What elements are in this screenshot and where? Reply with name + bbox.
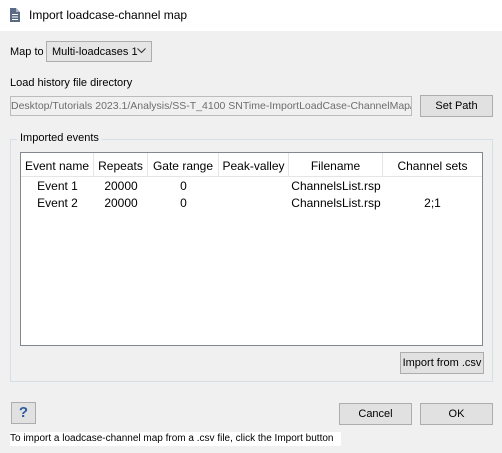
map-to-label: Map to (10, 46, 44, 58)
cell-gate-range: 0 (180, 179, 187, 193)
cancel-button[interactable]: Cancel (339, 403, 412, 425)
set-path-label: Set Path (435, 100, 478, 112)
ok-label: OK (448, 408, 465, 420)
table-header: Event name Repeats Gate range Peak-valle… (21, 153, 482, 177)
column-header-gate-range[interactable]: Gate range (148, 153, 219, 177)
import-from-csv-button[interactable]: Import from .csv (400, 352, 484, 374)
map-to-selected-value: Multi-loadcases 1 (52, 46, 138, 58)
document-icon (10, 8, 20, 22)
cell-channel-sets: 2;1 (424, 196, 441, 210)
load-history-label: Load history file directory (10, 77, 133, 89)
cancel-label: Cancel (358, 408, 393, 420)
ok-button[interactable]: OK (420, 403, 493, 425)
column-header-event-name[interactable]: Event name (21, 153, 94, 177)
load-history-path-value: Desktop/Tutorials 2023.1/Analysis/SS-T_4… (11, 100, 412, 112)
cell-gate-range: 0 (180, 196, 187, 210)
cell-filename: ChannelsList.rsp (291, 196, 381, 210)
help-icon: ? (18, 404, 29, 421)
column-header-channel-sets[interactable]: Channel sets (383, 153, 482, 177)
load-history-path-field[interactable]: Desktop/Tutorials 2023.1/Analysis/SS-T_4… (10, 96, 412, 116)
column-header-repeats[interactable]: Repeats (94, 153, 148, 177)
imported-events-legend: Imported events (17, 132, 102, 144)
column-header-peak-valley[interactable]: Peak-valley (219, 153, 289, 177)
cell-event-name: Event 1 (37, 179, 78, 193)
window-title: Import loadcase-channel map (29, 8, 188, 22)
cell-event-name: Event 2 (37, 196, 78, 210)
chevron-down-icon (137, 48, 146, 54)
cell-repeats: 20000 (104, 196, 138, 210)
title-bar: Import loadcase-channel map (0, 0, 502, 31)
status-bar: To import a loadcase-channel map from a … (10, 432, 341, 446)
map-to-dropdown[interactable]: Multi-loadcases 1 (46, 41, 152, 62)
set-path-button[interactable]: Set Path (420, 95, 493, 117)
import-from-csv-label: Import from .csv (402, 357, 482, 369)
status-text: To import a loadcase-channel map from a … (10, 433, 334, 444)
help-button[interactable]: ? (11, 402, 36, 424)
column-header-filename[interactable]: Filename (289, 153, 383, 177)
imported-events-table[interactable]: Event name Repeats Gate range Peak-valle… (20, 152, 483, 346)
cell-filename: ChannelsList.rsp (291, 179, 381, 193)
cell-repeats: 20000 (104, 179, 138, 193)
